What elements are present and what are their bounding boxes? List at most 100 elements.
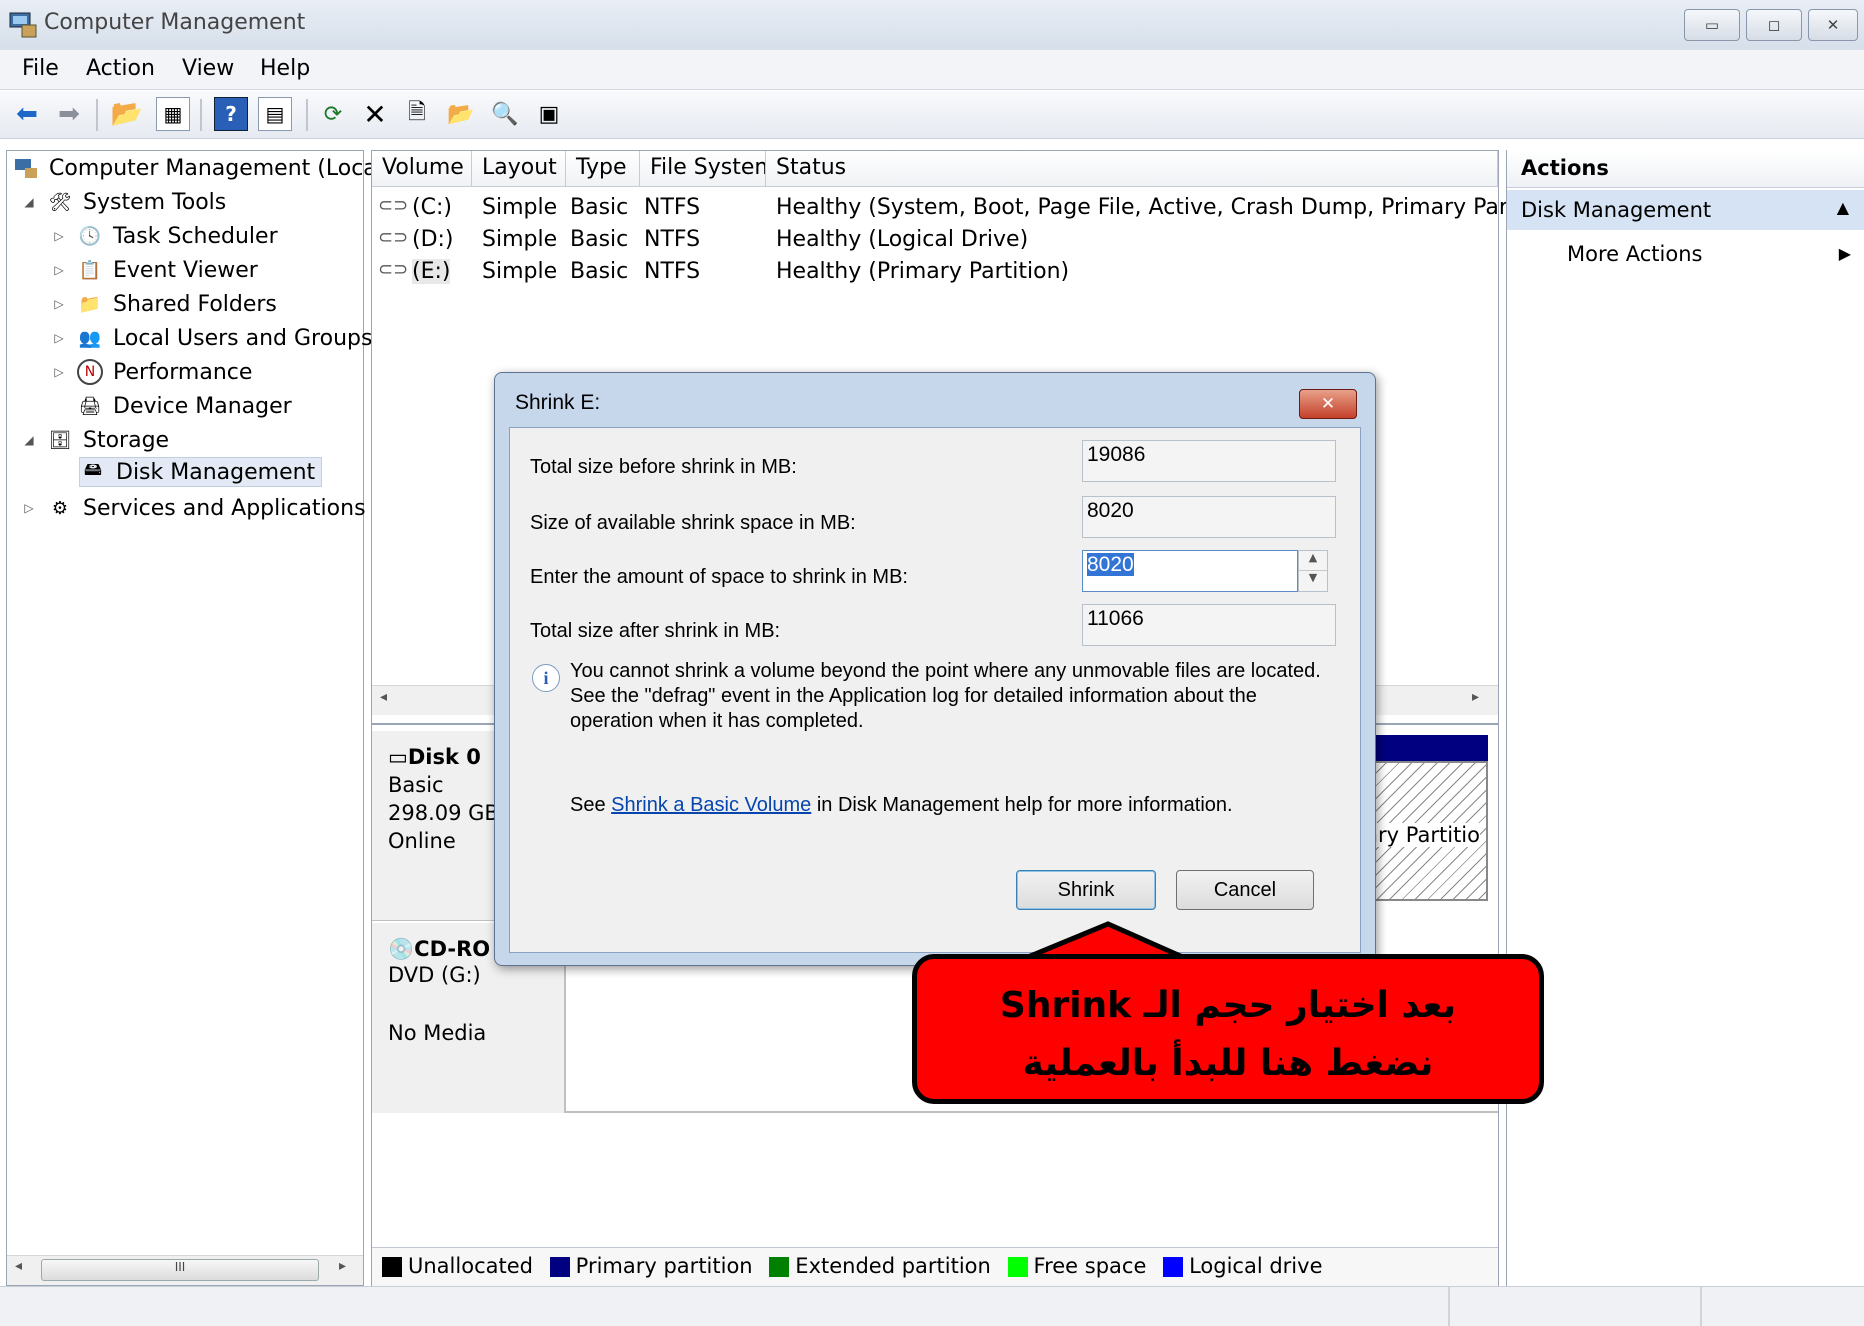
- computer-icon: [13, 155, 39, 181]
- cdrom-drive: DVD (G:): [388, 963, 481, 987]
- menu-help[interactable]: Help: [260, 56, 310, 81]
- show-action-pane-icon[interactable]: ▤: [258, 97, 292, 131]
- amount-input[interactable]: 8020: [1082, 550, 1298, 592]
- shrink-dialog: Shrink E: ✕ Total size before shrink in …: [494, 372, 1376, 966]
- info-icon: i: [532, 664, 560, 692]
- cell-layout: Simple: [482, 259, 558, 284]
- tree-item-event-viewer[interactable]: ▷ 📋 Event Viewer: [51, 255, 257, 285]
- up-folder-icon[interactable]: 📂: [110, 97, 144, 131]
- tree-item-storage[interactable]: ◢ 🗄 Storage: [21, 425, 169, 455]
- expanded-triangle-icon[interactable]: ◢: [21, 433, 37, 447]
- open-folder-icon[interactable]: 📂: [444, 97, 478, 131]
- collapsed-triangle-icon[interactable]: ▷: [51, 297, 67, 311]
- scroll-left-icon[interactable]: ◂: [380, 689, 387, 705]
- help-icon[interactable]: ?: [214, 97, 248, 131]
- actions-header: Actions: [1507, 150, 1864, 188]
- volume-row[interactable]: ⊂⊃ (C:) Simple Basic NTFS Healthy (System, Bo…: [372, 193, 1565, 223]
- tree-item-local-users[interactable]: ▷ 👥 Local Users and Groups: [51, 323, 372, 353]
- tree-item-performance[interactable]: ▷ N Performance: [51, 357, 252, 387]
- tree-item-device-manager[interactable]: 🖨 Device Manager: [77, 391, 292, 421]
- column-header-type[interactable]: Type: [566, 151, 640, 187]
- menu-file[interactable]: File: [22, 56, 59, 81]
- collapsed-triangle-icon[interactable]: ▷: [51, 229, 67, 243]
- more-actions-item[interactable]: More Actions ▶: [1507, 236, 1864, 274]
- legend-swatch-extended: [769, 1257, 790, 1277]
- delete-icon[interactable]: ✕: [358, 97, 392, 131]
- scroll-right-icon[interactable]: ▸: [1472, 689, 1479, 705]
- cancel-button[interactable]: Cancel: [1176, 870, 1314, 910]
- legend-extended: Extended partition: [795, 1254, 991, 1278]
- collapsed-triangle-icon[interactable]: ▷: [51, 365, 67, 379]
- partition-e[interactable]: ary Partitio: [1365, 761, 1488, 901]
- scroll-thumb[interactable]: III: [41, 1259, 319, 1281]
- menu-action[interactable]: Action: [86, 56, 155, 81]
- amount-spinner[interactable]: ▲ ▼: [1298, 550, 1328, 592]
- collapse-up-icon[interactable]: ▲: [1837, 198, 1849, 217]
- disk0-type: Basic: [388, 773, 444, 797]
- window-title: Computer Management: [44, 10, 306, 35]
- actions-pane: Actions Disk Management ▲ More Actions ▶: [1506, 150, 1864, 1286]
- tree-item-root[interactable]: Computer Management (Local: [13, 153, 383, 183]
- close-button[interactable]: ✕: [1808, 9, 1858, 41]
- toolbar-separator: [306, 99, 308, 131]
- shared-folder-icon: 📁: [78, 293, 102, 315]
- available-label: Size of available shrink space in MB:: [530, 512, 856, 534]
- cell-status: Healthy (Primary Partition): [776, 259, 1070, 284]
- menu-view[interactable]: View: [182, 56, 234, 81]
- close-icon: ✕: [1826, 16, 1840, 34]
- services-icon: ⚙: [51, 497, 69, 519]
- toolbar-separator: [96, 99, 98, 131]
- collapsed-triangle-icon[interactable]: ▷: [51, 263, 67, 277]
- disk-properties-icon[interactable]: ▣: [532, 97, 566, 131]
- tree-item-services[interactable]: ▷ ⚙ Services and Applications: [21, 493, 365, 523]
- volume-row[interactable]: ⊂⊃ (D:) Simple Basic NTFS Healthy (Logical Dr…: [372, 225, 1498, 255]
- scroll-left-icon[interactable]: ◂: [15, 1258, 22, 1274]
- disk0-title: ▭Disk 0: [388, 745, 481, 769]
- expanded-triangle-icon[interactable]: ◢: [21, 195, 37, 209]
- tree-item-shared-folders[interactable]: ▷ 📁 Shared Folders: [51, 289, 277, 319]
- column-header-volume[interactable]: Volume: [372, 151, 472, 187]
- users-icon: 👥: [78, 327, 102, 349]
- legend-primary: Primary partition: [575, 1254, 753, 1278]
- minimize-button[interactable]: ▭: [1684, 9, 1740, 41]
- callout-line2: نضغط هنا للبدأ بالعملية: [1022, 1043, 1434, 1084]
- tree-horizontal-scrollbar[interactable]: ◂ III ▸: [7, 1255, 363, 1285]
- maximize-button[interactable]: ◻: [1746, 9, 1802, 41]
- legend-swatch-primary: [549, 1257, 570, 1277]
- legend-swatch-unallocated: [382, 1257, 402, 1277]
- column-header-layout[interactable]: Layout: [472, 151, 566, 187]
- actions-section-disk-management[interactable]: Disk Management ▲: [1507, 190, 1864, 230]
- properties-icon[interactable]: 🗎: [400, 97, 434, 131]
- dialog-body: Total size before shrink in MB: 19086 Si…: [509, 427, 1361, 953]
- spin-down-icon[interactable]: ▼: [1299, 571, 1327, 591]
- disk0-state: Online: [388, 829, 456, 853]
- show-hide-tree-icon[interactable]: ▦: [156, 97, 190, 131]
- cell-volume: (D:): [412, 227, 454, 252]
- column-header-status[interactable]: Status: [766, 151, 1498, 187]
- tree-item-task-scheduler[interactable]: ▷ 🕓 Task Scheduler: [51, 221, 277, 251]
- back-arrow-icon[interactable]: ⬅: [10, 97, 44, 131]
- minimize-icon: ▭: [1704, 16, 1720, 34]
- partition-e-label: ary Partitio: [1365, 823, 1480, 847]
- refresh-icon[interactable]: ⟳: [316, 97, 350, 131]
- collapsed-triangle-icon[interactable]: ▷: [51, 331, 67, 345]
- shrink-button[interactable]: Shrink: [1016, 870, 1156, 910]
- scroll-right-icon[interactable]: ▸: [339, 1258, 346, 1274]
- cell-type: Basic: [570, 227, 629, 252]
- spin-up-icon[interactable]: ▲: [1299, 551, 1327, 571]
- cell-layout: Simple: [482, 227, 558, 252]
- collapsed-triangle-icon[interactable]: ▷: [21, 501, 37, 515]
- forward-arrow-icon[interactable]: ➡: [52, 97, 86, 131]
- info-text-line3: operation when it has completed.: [570, 710, 864, 732]
- status-separator: [1700, 1287, 1702, 1326]
- dialog-close-button[interactable]: ✕: [1299, 389, 1357, 419]
- help-link[interactable]: Shrink a Basic Volume: [611, 794, 811, 816]
- cell-type: Basic: [570, 195, 629, 220]
- search-icon[interactable]: 🔍: [488, 97, 522, 131]
- volume-row[interactable]: ⊂⊃ (E:) Simple Basic NTFS Healthy (Primary Pa…: [372, 257, 1498, 287]
- column-header-file-system[interactable]: File System: [640, 151, 766, 187]
- clock-icon: 🕓: [78, 225, 102, 247]
- tree-item-disk-management[interactable]: 🖴 Disk Management: [79, 457, 323, 487]
- tree-item-system-tools[interactable]: ◢ 🛠 System Tools: [21, 187, 226, 217]
- total-after-label: Total size after shrink in MB:: [530, 620, 781, 642]
